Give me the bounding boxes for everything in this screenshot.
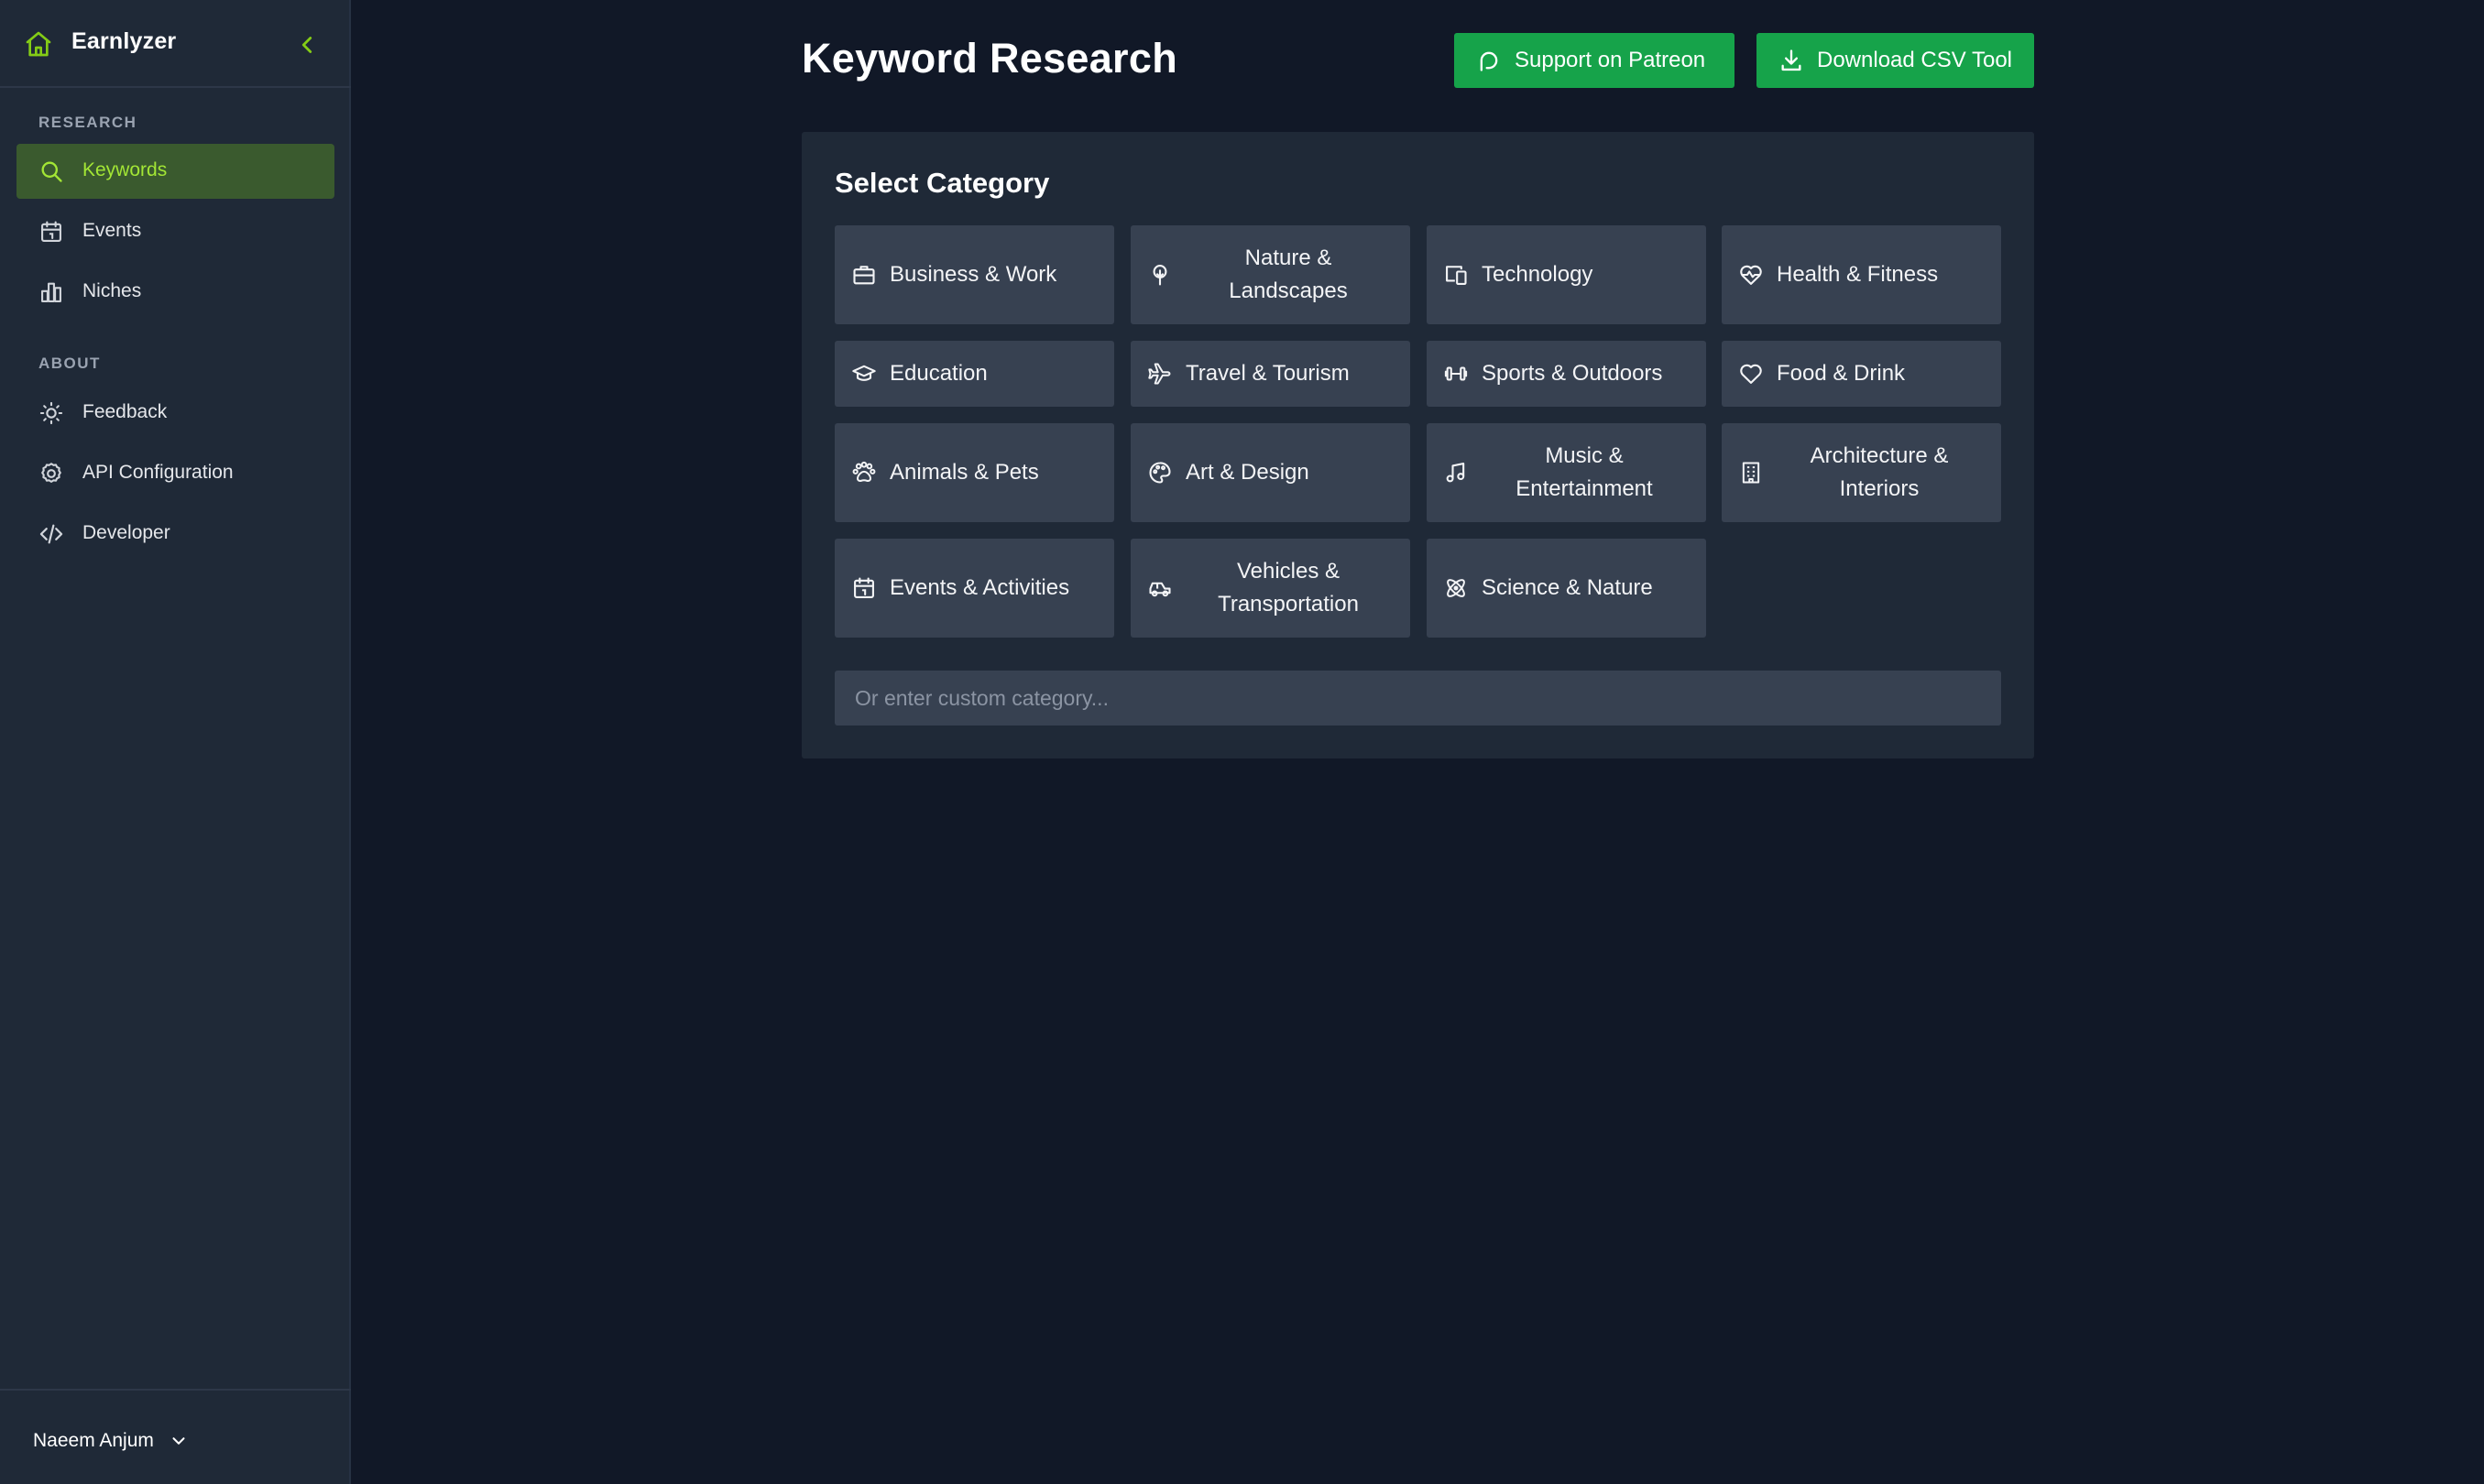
bar-chart-icon [38,279,64,305]
category-business-work[interactable]: Business & Work [835,225,1114,324]
sidebar-item-niches[interactable]: Niches [16,265,334,320]
lightbulb-icon [38,400,64,426]
sidebar-item-developer[interactable]: Developer [16,507,334,562]
music-note-icon [1443,460,1469,486]
atom-icon [1443,575,1469,601]
category-label: Science & Nature [1482,575,1653,600]
support-on-patreon-label: Support on Patreon [1515,48,1706,72]
palette-icon [1147,460,1173,486]
heart-pulse-icon [1738,262,1764,288]
category-travel-tourism[interactable]: Travel & Tourism [1131,341,1410,407]
sidebar: Earnlyzer RESEARCH Keywords Events Niche… [0,0,351,1484]
sidebar-item-label: Developer [82,522,170,543]
category-label: Travel & Tourism [1186,361,1350,386]
sidebar-item-keywords[interactable]: Keywords [16,144,334,199]
category-education[interactable]: Education [835,341,1114,407]
download-csv-tool-button[interactable]: Download CSV Tool [1756,33,2034,88]
category-label: Education [890,361,988,386]
plane-icon [1147,361,1173,387]
graduation-cap-icon [851,361,877,387]
section-label-about: ABOUT [38,355,101,372]
category-science-nature[interactable]: Science & Nature [1427,539,1706,638]
devices-icon [1443,262,1469,288]
category-label: Animals & Pets [890,460,1039,485]
sidebar-item-label: Feedback [82,401,168,422]
section-label-research: RESEARCH [38,114,137,131]
sidebar-item-feedback[interactable]: Feedback [16,386,334,441]
gear-icon [38,461,64,486]
paw-icon [851,460,877,486]
code-icon [38,521,64,547]
sidebar-item-events[interactable]: Events [16,204,334,259]
user-name: Naeem Anjum [33,1430,154,1451]
sidebar-item-label: Keywords [82,159,168,180]
category-music-entertainment[interactable]: Music & Entertainment [1427,423,1706,522]
home-icon[interactable] [24,29,53,59]
sidebar-item-label: Events [82,220,142,241]
brand-header: Earnlyzer [0,0,351,88]
download-icon [1778,48,1804,73]
sidebar-item-label: API Configuration [82,462,234,483]
category-label: Music & Entertainment [1516,443,1653,501]
download-csv-tool-label: Download CSV Tool [1817,48,2013,72]
category-vehicles-transportation[interactable]: Vehicles & Transportation [1131,539,1410,638]
patreon-icon [1476,48,1502,73]
chevron-down-icon [169,1431,189,1451]
category-panel: Select Category Business & Work Nature &… [802,132,2034,758]
custom-category-input[interactable] [835,671,2001,726]
category-technology[interactable]: Technology [1427,225,1706,324]
page-title: Keyword Research [802,35,1177,82]
building-icon [1738,460,1764,486]
category-label: Health & Fitness [1777,262,1939,287]
category-art-design[interactable]: Art & Design [1131,423,1410,522]
category-sports-outdoors[interactable]: Sports & Outdoors [1427,341,1706,407]
app-name: Earnlyzer [71,28,177,54]
calendar-icon [851,575,877,601]
sidebar-item-label: Niches [82,280,142,301]
calendar-icon [38,219,64,245]
briefcase-icon [851,262,877,288]
sidebar-item-api-configuration[interactable]: API Configuration [16,446,334,501]
user-menu[interactable]: Naeem Anjum [22,1424,205,1457]
category-food-drink[interactable]: Food & Drink [1722,341,2001,407]
category-label: Business & Work [890,262,1057,287]
car-icon [1147,575,1173,601]
heart-icon [1738,361,1764,387]
category-label: Technology [1482,262,1593,287]
category-nature-landscapes[interactable]: Nature & Landscapes [1131,225,1410,324]
category-label: Art & Design [1186,460,1309,485]
category-label: Food & Drink [1777,361,1906,386]
category-events-activities[interactable]: Events & Activities [835,539,1114,638]
category-label: Sports & Outdoors [1482,361,1663,386]
category-label: Nature & Landscapes [1229,246,1348,303]
search-icon [38,158,64,184]
category-health-fitness[interactable]: Health & Fitness [1722,225,2001,324]
sidebar-footer: Naeem Anjum [0,1389,351,1484]
dumbbell-icon [1443,361,1469,387]
category-label: Events & Activities [890,575,1070,600]
panel-title: Select Category [835,167,1050,199]
category-label: Vehicles & Transportation [1218,559,1359,617]
collapse-sidebar-button[interactable] [293,31,321,59]
category-grid: Business & Work Nature & Landscapes Tech… [835,225,2001,638]
tree-icon [1147,262,1173,288]
category-label: Architecture & Interiors [1810,443,1949,501]
support-on-patreon-button[interactable]: Support on Patreon [1454,33,1734,88]
category-animals-pets[interactable]: Animals & Pets [835,423,1114,522]
category-architecture-interiors[interactable]: Architecture & Interiors [1722,423,2001,522]
